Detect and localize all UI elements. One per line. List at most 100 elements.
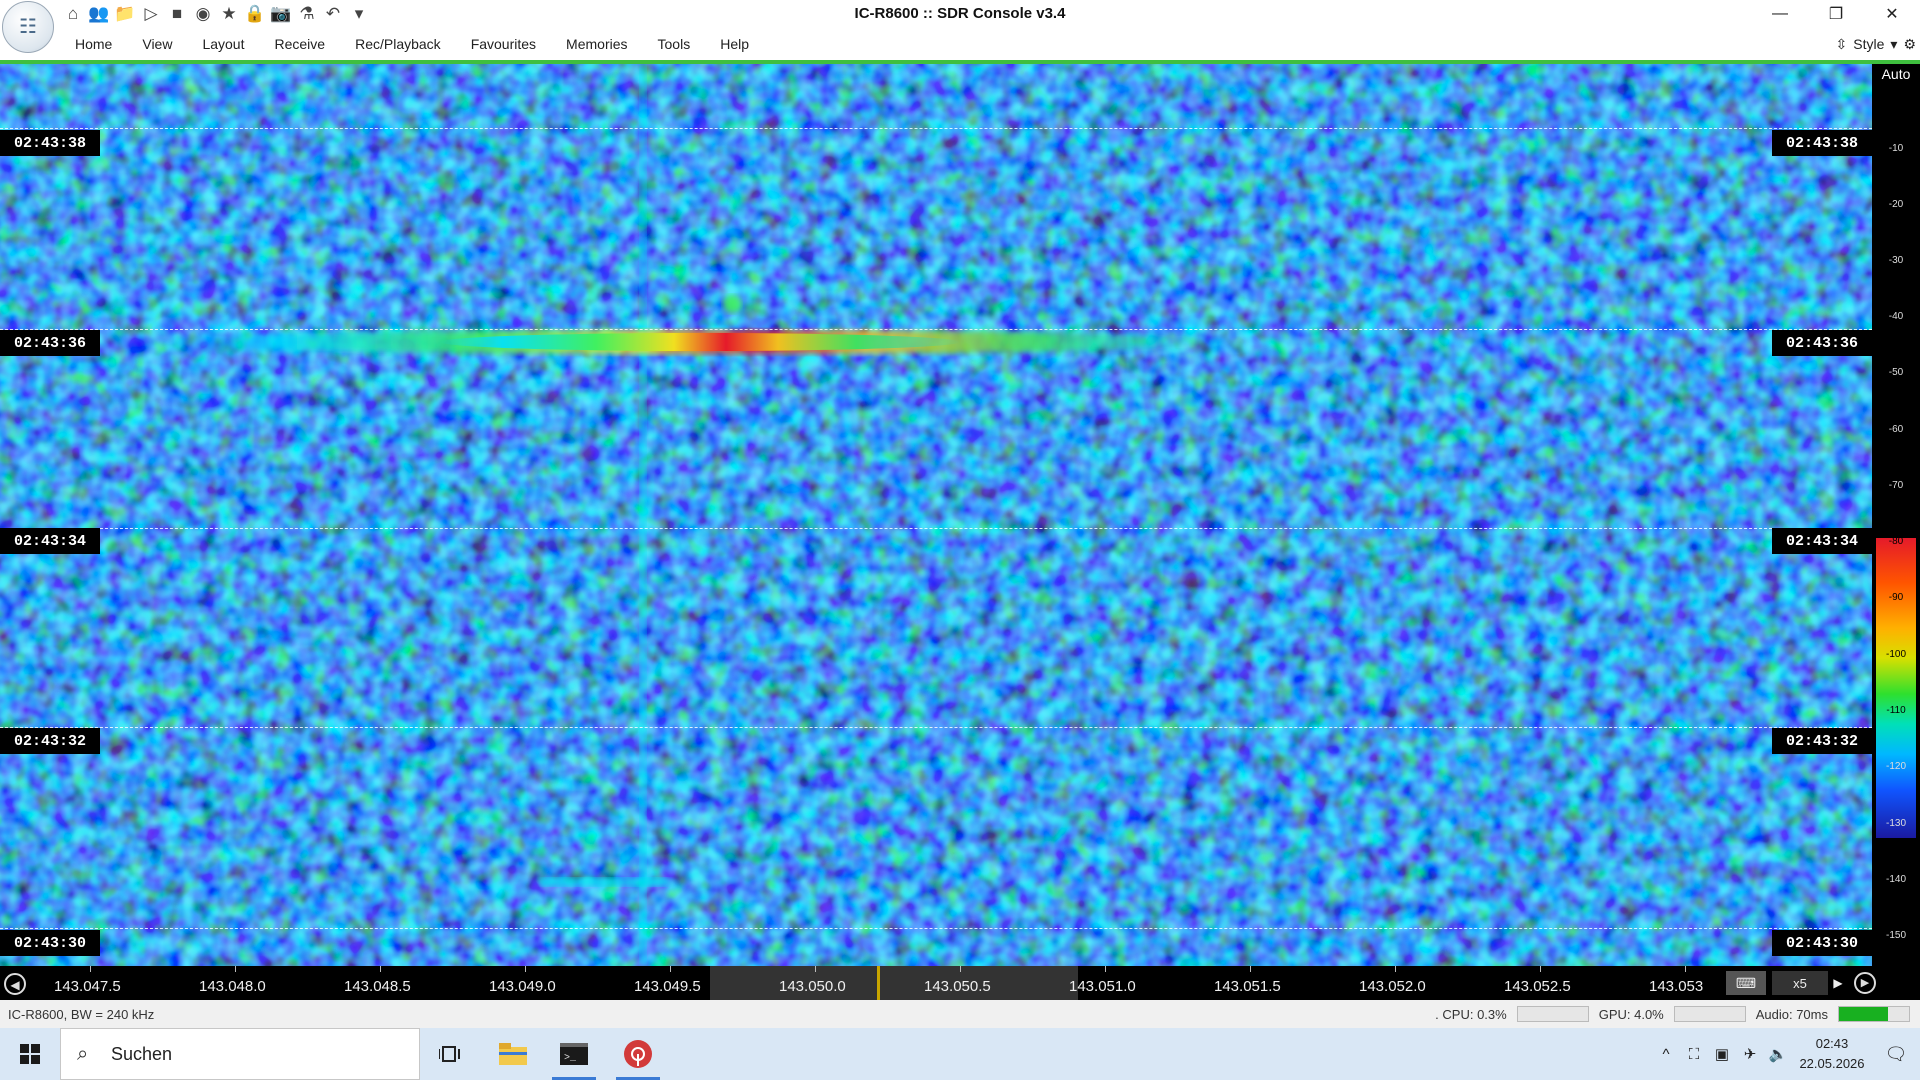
status-bar: IC-R8600, BW = 240 kHz . CPU: 0.3% GPU: … xyxy=(0,1000,1920,1028)
task-view-icon xyxy=(439,1046,460,1062)
cpu-status: . CPU: 0.3% xyxy=(1435,1006,1507,1022)
menu-receive[interactable]: Receive xyxy=(260,36,341,52)
network-adapter-icon[interactable]: ⛶ xyxy=(1680,1046,1708,1063)
gpu-status: GPU: 4.0% xyxy=(1598,1006,1664,1022)
title-bar: ⌂ 👥 📁 ▷ ■ ◉ ★ 🔒 📷 ⚗ ↶ ▾ IC-R8600 :: SDR Console v3.… xyxy=(0,0,1920,28)
volume-icon[interactable]: 🔈 xyxy=(1764,1045,1792,1063)
gear-icon[interactable]: ⚙ xyxy=(1903,36,1916,53)
collapse-ribbon-icon[interactable]: ⇳ xyxy=(1836,36,1848,53)
clock-time: 02:43 xyxy=(1815,1036,1849,1051)
scale-tick: -110 xyxy=(1886,705,1906,716)
restore-button[interactable]: ❐ xyxy=(1808,0,1864,28)
signal-burst-core xyxy=(440,333,960,351)
frequency-label: 143.052.5 xyxy=(1504,978,1571,995)
time-gridline xyxy=(0,528,1872,529)
style-menu[interactable]: ⇳ Style ▾ ⚙ xyxy=(1836,32,1916,56)
audio-status: Audio: 70ms xyxy=(1755,1006,1828,1022)
frequency-label: 143.048.5 xyxy=(344,978,411,995)
file-explorer-button[interactable] xyxy=(485,1028,541,1080)
menu-help[interactable]: Help xyxy=(705,36,764,52)
gpu-tray-icon[interactable]: ▣ xyxy=(1708,1045,1736,1063)
menu-view[interactable]: View xyxy=(127,36,187,52)
window-controls: — ❐ ✕ xyxy=(1752,0,1920,28)
timestamp-right: 02:43:36 xyxy=(1772,330,1872,356)
signal-spur xyxy=(723,295,741,313)
taskbar-search[interactable]: ⌕ Suchen xyxy=(60,1028,420,1080)
close-button[interactable]: ✕ xyxy=(1864,0,1920,28)
notification-icon[interactable]: 🗨 xyxy=(1872,1044,1920,1065)
frequency-tick xyxy=(1395,966,1396,972)
timestamp-left: 02:43:38 xyxy=(0,130,100,156)
app-logo-icon: ☷ xyxy=(19,16,37,38)
sdr-console-icon xyxy=(624,1040,652,1068)
scroll-right-button[interactable]: ▶ xyxy=(1854,972,1876,994)
frequency-tick xyxy=(1250,966,1251,972)
timestamp-right: 02:43:32 xyxy=(1772,728,1872,754)
clock[interactable]: 02:43 22.05.2026 xyxy=(1792,1034,1872,1074)
frequency-scale[interactable]: 143.047.5 143.048.0 143.048.5 143.049.0 143.… xyxy=(32,966,1722,1000)
sdr-console-button[interactable] xyxy=(610,1028,666,1080)
time-gridline xyxy=(0,727,1872,728)
search-icon: ⌕ xyxy=(77,1043,89,1065)
menu-favourites[interactable]: Favourites xyxy=(456,36,551,52)
chevron-up-icon[interactable]: ^ xyxy=(1652,1046,1680,1063)
scale-tick: -120 xyxy=(1885,761,1906,772)
menu-rec-playback[interactable]: Rec/Playback xyxy=(340,36,456,52)
tuning-marker[interactable] xyxy=(877,966,880,1000)
frequency-label: 143.049.5 xyxy=(634,978,701,995)
system-tray: ^ ⛶ ▣ ✈ 🔈 02:43 22.05.2026 🗨 xyxy=(1652,1028,1920,1080)
chevron-down-icon: ▾ xyxy=(1890,35,1898,52)
scale-tick: -30 xyxy=(1888,255,1904,266)
weak-signal-trace xyxy=(540,878,670,886)
auto-scale-button[interactable]: Auto xyxy=(1872,64,1920,84)
timestamp-left: 02:43:30 xyxy=(0,930,100,956)
folder-icon xyxy=(499,1043,527,1065)
scroll-left-button[interactable]: ◀ xyxy=(4,973,26,995)
menu-bar: Home View Layout Receive Rec/Playback Fa… xyxy=(0,28,1920,60)
color-scale[interactable]: Auto -10 -20 -30 -40 -50 -60 -70 -80 -90… xyxy=(1872,64,1920,966)
zoom-arrow-icon[interactable]: ▶ xyxy=(1828,971,1848,995)
scale-tick: -40 xyxy=(1888,311,1904,322)
audio-meter xyxy=(1838,1006,1910,1022)
frequency-tick xyxy=(1540,966,1541,972)
scale-tick: -140 xyxy=(1885,874,1906,885)
app-menu-button[interactable]: ☷ xyxy=(2,1,54,53)
menu-home[interactable]: Home xyxy=(60,36,127,52)
frequency-tick xyxy=(1685,966,1686,972)
zoom-select[interactable]: x5 xyxy=(1772,971,1828,995)
scale-tick: -90 xyxy=(1888,592,1904,603)
airplane-mode-icon[interactable]: ✈ xyxy=(1736,1045,1764,1063)
frequency-label: 143.048.0 xyxy=(199,978,266,995)
frequency-tick xyxy=(670,966,671,972)
frequency-label: 143.051.0 xyxy=(1069,978,1136,995)
menu-layout[interactable]: Layout xyxy=(187,36,259,52)
terminal-button[interactable]: >_ xyxy=(546,1028,602,1080)
task-view-button[interactable] xyxy=(422,1028,478,1080)
timestamp-left: 02:43:36 xyxy=(0,330,100,356)
frequency-tick xyxy=(960,966,961,972)
filter-passband[interactable] xyxy=(710,966,1078,1000)
minimize-button[interactable]: — xyxy=(1752,0,1808,28)
search-placeholder: Suchen xyxy=(111,1044,173,1064)
scale-tick: -150 xyxy=(1885,930,1906,941)
scale-tick: -130 xyxy=(1885,818,1906,829)
frequency-controls: ⌨ x5 ▶ ▶ xyxy=(1724,966,1920,1000)
frequency-tick xyxy=(380,966,381,972)
cpu-meter xyxy=(1516,1006,1589,1022)
scale-tick: -60 xyxy=(1888,424,1904,435)
style-label: Style xyxy=(1853,36,1885,52)
frequency-label: 143.047.5 xyxy=(54,978,121,995)
waterfall-display[interactable]: 02:43:38 02:43:36 02:43:34 02:43:32 02:4… xyxy=(0,64,1872,966)
frequency-label: 143.052.0 xyxy=(1359,978,1426,995)
frequency-tick xyxy=(1105,966,1106,972)
time-gridline xyxy=(0,329,1872,330)
start-button[interactable] xyxy=(0,1028,60,1080)
terminal-icon: >_ xyxy=(560,1043,588,1065)
menu-tools[interactable]: Tools xyxy=(643,36,706,52)
frequency-label: 143.053 xyxy=(1649,978,1704,995)
menu-memories[interactable]: Memories xyxy=(551,36,642,52)
carrier-trace xyxy=(640,64,646,966)
time-gridline xyxy=(0,928,1872,929)
keyboard-icon[interactable]: ⌨ xyxy=(1726,971,1766,995)
windows-logo-icon xyxy=(20,1044,40,1064)
